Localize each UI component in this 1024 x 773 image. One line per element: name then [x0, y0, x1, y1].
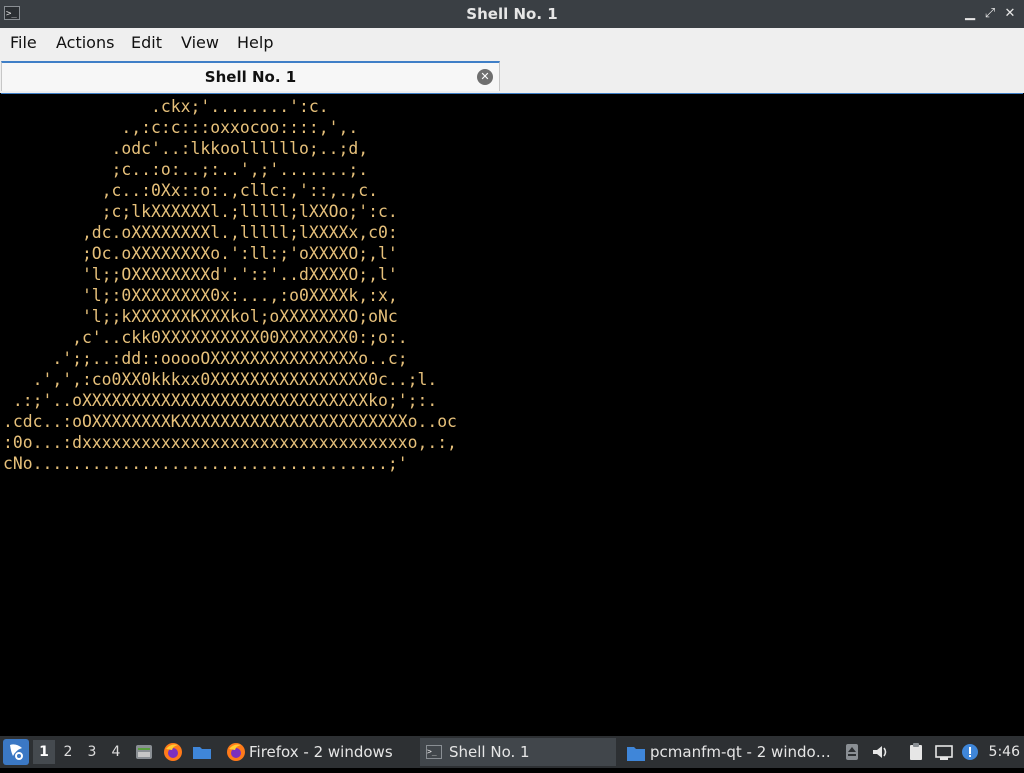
file-manager-icon[interactable]	[134, 742, 154, 762]
task-firefox[interactable]: Firefox - 2 windows	[222, 738, 418, 766]
terminal-output: .ckx;'........':c. .,:c:c:::oxxocoo::::,…	[3, 97, 457, 473]
window-titlebar[interactable]: >_ Shell No. 1 ▁ ⤢ ✕	[0, 0, 1024, 28]
update-notifier-icon[interactable]	[960, 742, 980, 762]
menu-edit[interactable]: Edit	[131, 28, 162, 58]
tab-shell-1[interactable]: Shell No. 1 ✕	[1, 61, 500, 91]
folder-icon	[626, 743, 646, 761]
firefox-icon[interactable]	[163, 742, 183, 762]
tab-label: Shell No. 1	[204, 68, 297, 86]
clipboard-icon[interactable]	[906, 742, 926, 762]
task-label: Shell No. 1	[449, 743, 530, 761]
lubuntu-start-icon[interactable]	[3, 739, 29, 765]
firefox-icon	[226, 742, 246, 762]
menu-actions[interactable]: Actions	[56, 28, 114, 58]
desktop-2[interactable]: 2	[57, 740, 79, 764]
menu-bar: File Actions Edit View Help	[0, 28, 1024, 58]
terminal-area[interactable]: .ckx;'........':c. .,:c:c:::oxxocoo::::,…	[1, 93, 1023, 735]
desktop-3[interactable]: 3	[81, 740, 103, 764]
close-circle-icon[interactable]: ✕	[477, 69, 493, 85]
network-icon[interactable]	[934, 742, 954, 762]
task-label: Firefox - 2 windows	[249, 743, 393, 761]
folder-icon[interactable]	[192, 742, 212, 762]
close-button[interactable]: ✕	[1001, 5, 1019, 23]
menu-file[interactable]: File	[10, 28, 37, 58]
menu-help[interactable]: Help	[237, 28, 273, 58]
task-pcmanfm[interactable]: pcmanfm-qt - 2 windo…	[622, 738, 831, 766]
menu-view[interactable]: View	[181, 28, 219, 58]
terminal-icon: >_	[426, 745, 442, 759]
eject-icon[interactable]	[842, 742, 862, 762]
restore-button[interactable]: ⤢	[981, 5, 999, 23]
tab-bar: Shell No. 1 ✕	[0, 58, 1024, 93]
window-title: Shell No. 1	[466, 5, 558, 23]
minimize-button[interactable]: ▁	[961, 5, 979, 23]
task-shell[interactable]: >_ Shell No. 1	[420, 738, 616, 766]
clock[interactable]: 5:46	[989, 736, 1020, 768]
volume-icon[interactable]	[870, 742, 890, 762]
desktop-1[interactable]: 1	[33, 740, 55, 764]
desktop-4[interactable]: 4	[105, 740, 127, 764]
taskbar: 1 2 3 4 Firefox - 2 windows >_ Shell No.…	[0, 736, 1024, 768]
task-label: pcmanfm-qt - 2 windo…	[650, 743, 831, 761]
